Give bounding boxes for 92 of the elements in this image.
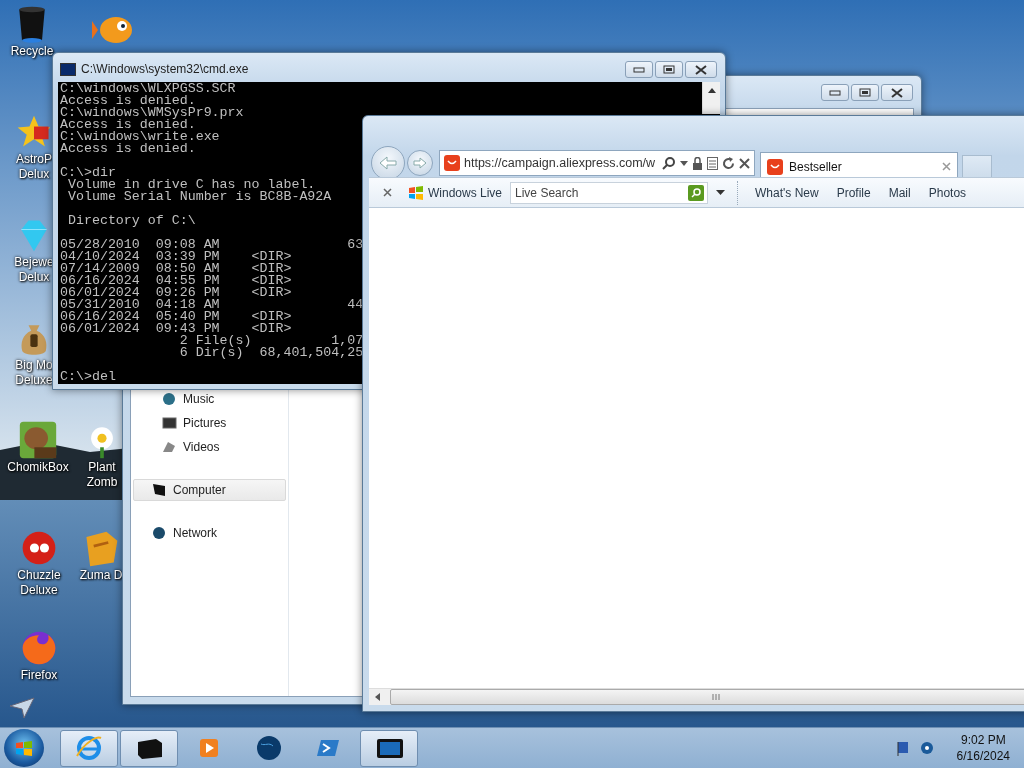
search-icon[interactable]: [662, 156, 676, 170]
browser-tab[interactable]: Bestseller: [760, 152, 958, 180]
flag-icon[interactable]: [894, 740, 911, 756]
minimize-icon: [633, 66, 645, 73]
up-arrow-icon[interactable]: [707, 88, 716, 93]
windows-logo-icon: [15, 740, 33, 756]
console-line: 05/28/2010 09:08 AM 63: [60, 239, 364, 251]
icon-label: Recycle: [10, 44, 54, 59]
icon-label: Zuma D: [79, 568, 123, 583]
toolbar-link[interactable]: Photos: [928, 185, 967, 200]
console-line: C:\windows\WLXPGSS.SCR: [60, 83, 236, 95]
windows-logo-icon: [408, 185, 424, 200]
console-line: 06/01/2024 09:43 PM <DIR>: [60, 323, 292, 335]
globe-icon: [255, 734, 283, 762]
taskbar-button[interactable]: [360, 729, 418, 767]
icon-label: Delux: [18, 270, 50, 285]
shopping-bag-icon: [444, 155, 460, 171]
console-line: Volume in drive C has no label.: [66, 179, 316, 191]
console-line: Volume Serial Number is BC8B-A92A: [66, 191, 332, 203]
toolbar-link[interactable]: Profile: [836, 185, 871, 200]
nav-item[interactable]: Computer: [133, 479, 286, 501]
start-button[interactable]: [4, 729, 44, 767]
icon-label: Zomb: [86, 475, 118, 490]
caret-icon[interactable]: [716, 190, 726, 195]
console-line: C:\>dir: [60, 167, 116, 179]
pictures-icon: [162, 416, 177, 430]
console-line: 06/16/2024 05:40 PM <DIR>: [60, 311, 292, 323]
back-arrow-icon: [379, 156, 397, 170]
search-input[interactable]: Live Search: [515, 185, 685, 200]
minimize-icon: [829, 89, 841, 96]
maximize-button[interactable]: [851, 84, 879, 101]
close-button[interactable]: [685, 61, 717, 78]
icon-label: Deluxe: [20, 583, 58, 598]
toolbar-link[interactable]: Mail: [888, 185, 911, 200]
icon-label: AstroP: [16, 152, 52, 167]
window-title: C:\Windows\system32\cmd.exe: [81, 62, 249, 76]
scrollbar[interactable]: [702, 82, 720, 114]
console-line: 06/16/2024 04:55 PM <DIR>: [60, 275, 292, 287]
console-line: 05/31/2010 04:18 AM 44: [60, 299, 364, 311]
console-line: C:\windows\WMSysPr9.prx: [60, 107, 244, 119]
console-line: 04/10/2024 03:39 PM <DIR>: [60, 251, 292, 263]
icon-label: Chuzzle: [17, 568, 61, 583]
console-icon: [60, 63, 76, 76]
compatibility-icon[interactable]: [707, 156, 718, 170]
close-icon: [694, 64, 708, 75]
console-line: 06/01/2024 09:26 PM <DIR>: [60, 287, 292, 299]
icon-label: ChomikBox: [7, 460, 69, 475]
left-arrow-icon[interactable]: [375, 693, 380, 701]
search-box[interactable]: Live Search: [510, 181, 709, 204]
maximize-icon: [859, 88, 871, 97]
search-icon: [691, 187, 702, 198]
search-button[interactable]: [688, 184, 705, 201]
console-line: 2 File(s) 1,07: [178, 335, 364, 347]
close-button[interactable]: [881, 84, 913, 101]
brand-link[interactable]: Windows Live: [428, 185, 503, 200]
icon-label: Firefox: [20, 668, 58, 683]
console-line: Directory of C:\: [66, 215, 196, 227]
cursor-icon: [8, 696, 36, 720]
maximize-icon: [663, 65, 675, 74]
icon-label: Bejewe: [14, 255, 54, 270]
console-line: Access is denied.: [60, 143, 196, 155]
console-line: Access is denied.: [60, 95, 196, 107]
nav-item[interactable]: Videos: [133, 436, 286, 458]
console-line: 6 Dir(s) 68,401,504,25: [178, 347, 364, 359]
icon-label: Big Mo: [15, 358, 53, 373]
close-icon[interactable]: [942, 162, 951, 171]
address-bar[interactable]: https://campaign.aliexpress.com/w: [439, 150, 755, 176]
icon-label: Deluxe: [15, 373, 53, 388]
icon-label: Delux: [18, 167, 50, 182]
close-icon[interactable]: [383, 188, 392, 197]
grip-icon: [711, 694, 720, 700]
stop-icon[interactable]: [739, 157, 750, 169]
caret-icon[interactable]: [680, 160, 688, 166]
nav-item[interactable]: Pictures: [133, 412, 286, 434]
close-icon: [890, 87, 904, 98]
clock-date: 6/16/2024: [956, 748, 1010, 764]
console-line: C:\windows\write.exe: [60, 131, 220, 143]
nav-item[interactable]: Music: [133, 388, 286, 410]
console-line: Access is denied.: [60, 119, 196, 131]
clock-time: 9:02 PM: [960, 732, 1006, 748]
lock-icon: [692, 156, 703, 170]
taskbar-button[interactable]: [120, 729, 178, 767]
console-line: C:\>del: [60, 371, 116, 383]
maximize-button[interactable]: [655, 61, 683, 78]
shopping-bag-icon: [767, 158, 783, 175]
toolbar-link[interactable]: What's New: [755, 185, 819, 200]
nav-item[interactable]: Network: [133, 522, 286, 544]
icon-label: Plant: [88, 460, 116, 475]
browser-icon: [75, 734, 103, 762]
console-line: 07/14/2009 08:50 AM <DIR>: [60, 263, 292, 275]
refresh-icon[interactable]: [722, 156, 735, 170]
forward-arrow-icon: [413, 157, 427, 169]
